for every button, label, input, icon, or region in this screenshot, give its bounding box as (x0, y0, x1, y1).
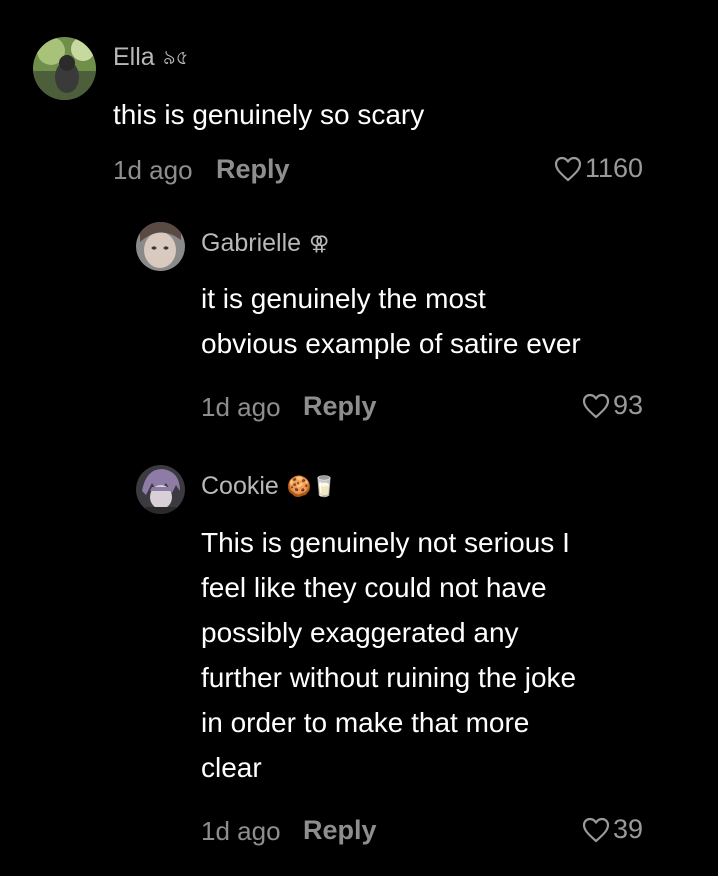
username-badge: ⚢ (309, 232, 330, 255)
comment-timestamp: 1d ago (113, 155, 193, 185)
username-gabrielle[interactable]: Gabrielle ⚢ (201, 231, 329, 256)
comment-text: it is genuinely the most obvious example… (201, 276, 581, 366)
comment-text-line: obvious example of satire ever (201, 328, 581, 359)
comment-text-line: in order to make that more (201, 707, 530, 738)
username-badge: 🍪🥛 (286, 475, 337, 498)
like-count: 93 (612, 390, 643, 420)
username-label: Cookie (201, 472, 279, 500)
username-badge: ৯৫ (162, 46, 189, 69)
like-count: 1160 (584, 153, 643, 183)
reply-button[interactable]: Reply (303, 817, 377, 844)
like-button[interactable]: 1160 (554, 155, 643, 182)
heart-outline-icon (582, 817, 610, 843)
avatar-cookie[interactable] (136, 465, 185, 514)
comment-text-line: feel like they could not have (201, 572, 547, 603)
comment-text-line: clear (201, 752, 262, 783)
comment-text-line: it is genuinely the most (201, 283, 486, 314)
username-label: Ella (113, 43, 155, 71)
comment-text: this is genuinely so scary (113, 92, 424, 137)
comment-text-line: This is genuinely not serious I (201, 527, 570, 558)
comment-text: This is genuinely not serious I feel lik… (201, 520, 576, 790)
username-ella[interactable]: Ella ৯৫ (113, 45, 189, 70)
username-cookie[interactable]: Cookie 🍪🥛 (201, 474, 337, 499)
username-label: Gabrielle (201, 229, 302, 257)
comment-timestamp: 1d ago (201, 816, 281, 846)
avatar-ella[interactable] (33, 37, 96, 100)
heart-outline-icon (582, 393, 610, 419)
like-button[interactable]: 39 (582, 816, 643, 843)
like-button[interactable]: 93 (582, 392, 643, 419)
comment-text-line: this is genuinely so scary (113, 99, 425, 130)
comment-timestamp: 1d ago (201, 392, 281, 422)
avatar-gabrielle[interactable] (136, 222, 185, 271)
comment-text-line: further without ruining the joke (201, 662, 577, 693)
comment-text-line: possibly exaggerated any (201, 617, 519, 648)
like-count: 39 (612, 814, 643, 844)
reply-button[interactable]: Reply (303, 393, 377, 420)
reply-button[interactable]: Reply (216, 156, 290, 183)
heart-outline-icon (554, 156, 582, 182)
